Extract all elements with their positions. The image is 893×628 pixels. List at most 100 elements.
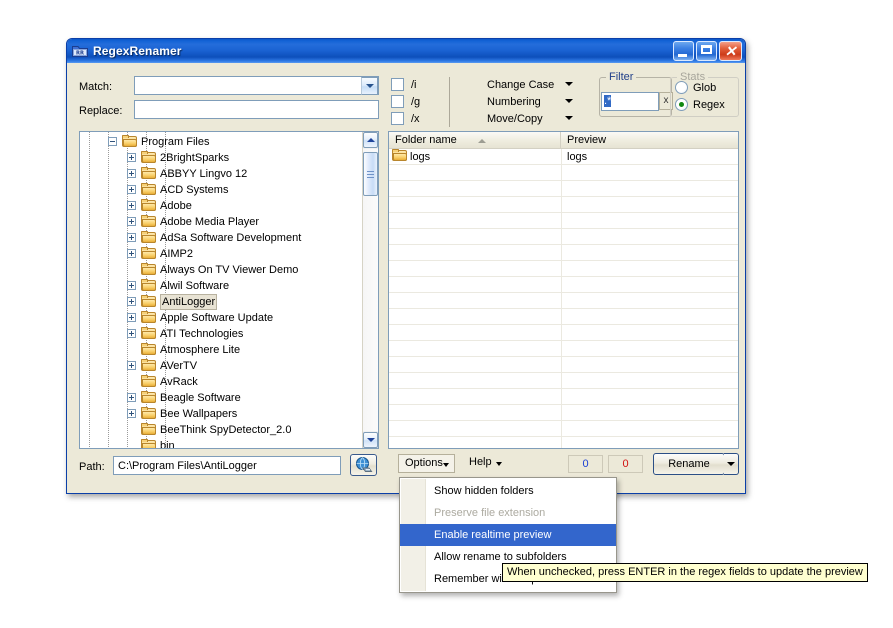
options-button[interactable]: Options bbox=[398, 454, 455, 473]
expand-node-icon[interactable] bbox=[127, 361, 136, 370]
tree-node-label: AVerTV bbox=[160, 360, 198, 372]
minimize-button[interactable] bbox=[673, 41, 694, 61]
chevron-down-icon bbox=[496, 462, 502, 466]
folder-icon bbox=[141, 151, 157, 164]
menu-item: Preserve file extension bbox=[434, 507, 546, 519]
tree-node[interactable]: Always On TV Viewer Demo bbox=[80, 262, 362, 278]
tree-node[interactable]: Alwil Software bbox=[80, 278, 362, 294]
collapse-node-icon[interactable] bbox=[108, 137, 117, 146]
scroll-up-button[interactable] bbox=[363, 132, 378, 148]
expand-node-icon[interactable] bbox=[127, 201, 136, 210]
folder-icon bbox=[141, 311, 157, 324]
menu-item[interactable]: Show hidden folders bbox=[400, 480, 616, 502]
tree-node[interactable]: Bee Wallpapers bbox=[80, 406, 362, 422]
filter-input[interactable]: .* bbox=[601, 92, 659, 111]
filter-input-value: .* bbox=[604, 95, 612, 107]
globe-browse-icon bbox=[355, 457, 373, 473]
expand-node-icon[interactable] bbox=[127, 153, 136, 162]
expand-node-icon[interactable] bbox=[127, 281, 136, 290]
preview-list-panel[interactable]: Folder name Preview logs logs bbox=[388, 131, 739, 449]
expand-node-icon[interactable] bbox=[127, 233, 136, 242]
move-copy-menu[interactable]: Move/Copy bbox=[487, 111, 573, 127]
tree-node-label: AntiLogger bbox=[160, 294, 218, 310]
tree-node-label: Always On TV Viewer Demo bbox=[160, 264, 299, 276]
folder-icon bbox=[141, 423, 157, 436]
grip-icon bbox=[367, 170, 374, 178]
change-case-menu[interactable]: Change Case bbox=[487, 77, 573, 93]
folder-tree-panel[interactable]: Program Files 2BrightSparks ABBYY Lingvo 1… bbox=[79, 131, 379, 449]
tree-node[interactable]: Atmosphere Lite bbox=[80, 342, 362, 358]
expand-node-icon[interactable] bbox=[127, 409, 136, 418]
scroll-down-button[interactable] bbox=[363, 432, 378, 448]
tree-node[interactable]: Beagle Software bbox=[80, 390, 362, 406]
tree-node[interactable]: AvRack bbox=[80, 374, 362, 390]
replace-label: Replace: bbox=[79, 105, 123, 117]
rename-dropdown-button[interactable] bbox=[724, 453, 739, 475]
path-input[interactable]: C:\Program Files\AntiLogger bbox=[113, 456, 341, 475]
close-button[interactable]: ✕ bbox=[719, 41, 742, 61]
numbering-menu[interactable]: Numbering bbox=[487, 94, 573, 110]
options-label: Options bbox=[405, 457, 443, 469]
tree-node[interactable]: Adobe bbox=[80, 198, 362, 214]
scrollbar-thumb[interactable] bbox=[363, 152, 378, 196]
path-label: Path: bbox=[79, 461, 105, 473]
folder-icon bbox=[141, 215, 157, 228]
folder-tree[interactable]: Program Files 2BrightSparks ABBYY Lingvo 1… bbox=[80, 132, 362, 448]
flag-g-checkbox[interactable] bbox=[391, 95, 404, 108]
rename-button[interactable]: Rename bbox=[653, 453, 725, 475]
glob-radio[interactable] bbox=[675, 81, 688, 94]
app-window: RR RegexRenamer ✕ Match: Replace: /i /g bbox=[66, 38, 746, 494]
list-body[interactable]: logs logs bbox=[389, 149, 738, 448]
match-input[interactable] bbox=[134, 76, 379, 95]
expand-node-icon[interactable] bbox=[127, 313, 136, 322]
replace-input[interactable] bbox=[134, 100, 379, 119]
tree-node[interactable]: AdSa Software Development bbox=[80, 230, 362, 246]
svg-text:RR: RR bbox=[76, 50, 84, 56]
table-row[interactable]: logs logs bbox=[389, 149, 738, 165]
folder-icon bbox=[141, 375, 157, 388]
tree-node[interactable]: Program Files bbox=[80, 134, 362, 150]
menu-item[interactable]: Enable realtime preview bbox=[400, 524, 616, 546]
match-dropdown-button[interactable] bbox=[361, 77, 378, 95]
screen: RR RegexRenamer ✕ Match: Replace: /i /g bbox=[0, 0, 893, 628]
help-button[interactable]: Help bbox=[463, 454, 507, 473]
tree-node[interactable]: ATI Technologies bbox=[80, 326, 362, 342]
tree-node[interactable]: Adobe Media Player bbox=[80, 214, 362, 230]
window-controls: ✕ bbox=[673, 41, 742, 61]
app-folder-rr-icon: RR bbox=[72, 44, 88, 58]
table-row-empty bbox=[389, 277, 738, 293]
tree-node[interactable]: 2BrightSparks bbox=[80, 150, 362, 166]
table-row-empty bbox=[389, 181, 738, 197]
tree-node[interactable]: ABBYY Lingvo 12 bbox=[80, 166, 362, 182]
column-header-preview[interactable]: Preview bbox=[561, 132, 738, 149]
expand-node-icon[interactable] bbox=[127, 217, 136, 226]
flag-x-checkbox[interactable] bbox=[391, 112, 404, 125]
maximize-button[interactable] bbox=[696, 41, 717, 61]
tree-node-label: 2BrightSparks bbox=[160, 152, 230, 164]
tree-node[interactable]: AVerTV bbox=[80, 358, 362, 374]
flag-i-checkbox[interactable] bbox=[391, 78, 404, 91]
chevron-down-icon bbox=[366, 438, 375, 442]
tree-node[interactable]: AIMP2 bbox=[80, 246, 362, 262]
folder-icon bbox=[122, 135, 138, 148]
tree-node[interactable]: ACD Systems bbox=[80, 182, 362, 198]
tree-node[interactable]: Apple Software Update bbox=[80, 310, 362, 326]
browse-button[interactable] bbox=[350, 454, 377, 476]
tree-node[interactable]: AntiLogger bbox=[80, 294, 362, 310]
expand-node-icon[interactable] bbox=[127, 393, 136, 402]
regex-radio[interactable] bbox=[675, 98, 688, 111]
folder-icon bbox=[392, 149, 410, 165]
expand-node-icon[interactable] bbox=[127, 185, 136, 194]
folder-icon bbox=[141, 407, 157, 420]
folder-icon bbox=[141, 263, 157, 276]
tree-node[interactable]: bin bbox=[80, 438, 362, 448]
column-header-folder-name[interactable]: Folder name bbox=[389, 132, 561, 149]
chevron-down-icon bbox=[565, 82, 573, 86]
expand-node-icon[interactable] bbox=[127, 329, 136, 338]
table-row-empty bbox=[389, 341, 738, 357]
expand-node-icon[interactable] bbox=[127, 249, 136, 258]
expand-node-icon[interactable] bbox=[127, 297, 136, 306]
tree-vertical-scrollbar[interactable] bbox=[362, 132, 378, 448]
expand-node-icon[interactable] bbox=[127, 169, 136, 178]
tree-node[interactable]: BeeThink SpyDetector_2.0 bbox=[80, 422, 362, 438]
